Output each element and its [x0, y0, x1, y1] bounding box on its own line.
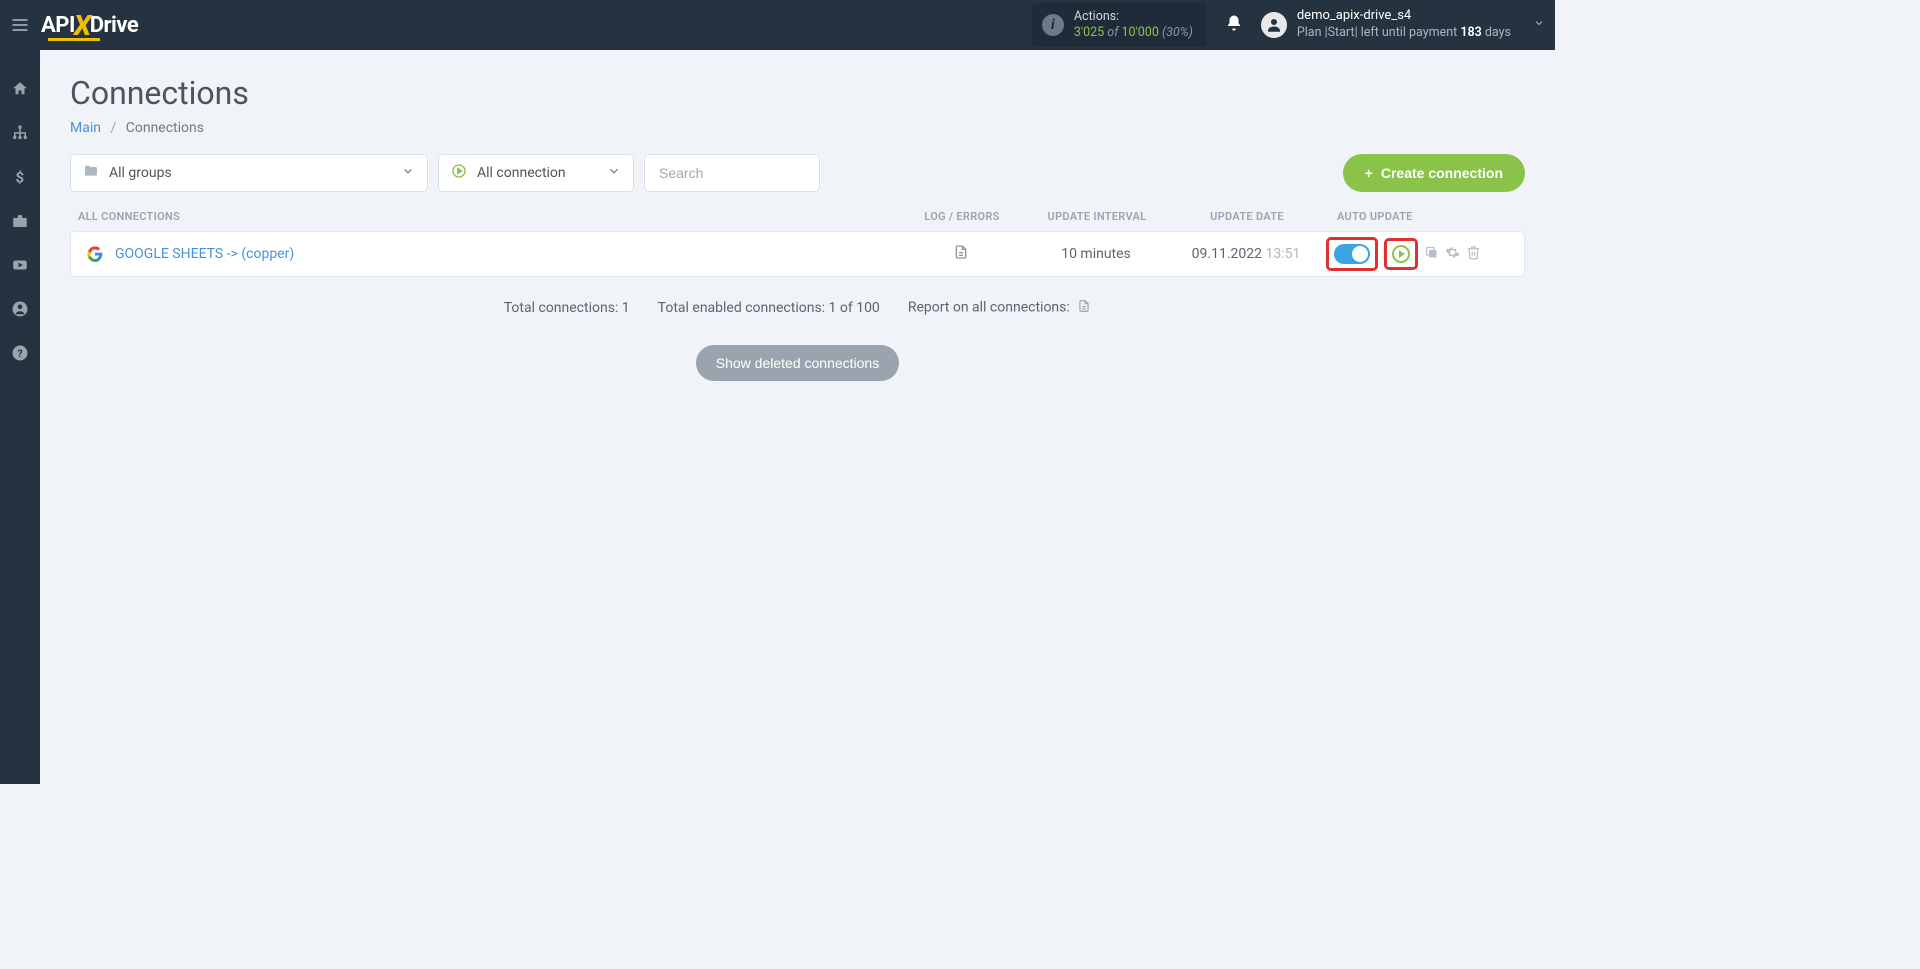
sidebar-billing-icon[interactable]: $ — [11, 168, 29, 190]
sidebar-home-icon[interactable] — [11, 80, 29, 102]
info-icon: i — [1042, 14, 1064, 36]
run-now-button[interactable] — [1392, 245, 1410, 263]
user-plan: Plan |Start| left until payment 183 days — [1297, 25, 1511, 41]
highlight-run — [1384, 238, 1418, 270]
notifications-button[interactable] — [1225, 14, 1243, 36]
user-name: demo_apix-drive_s4 — [1297, 8, 1511, 25]
menu-toggle-button[interactable] — [5, 10, 35, 40]
folder-icon — [83, 163, 99, 183]
breadcrumb-main-link[interactable]: Main — [70, 120, 101, 136]
logo[interactable]: APIXDrive — [41, 9, 138, 42]
create-connection-button[interactable]: + Create connection — [1343, 154, 1525, 192]
sidebar-video-icon[interactable] — [11, 256, 29, 278]
show-deleted-button[interactable]: Show deleted connections — [696, 345, 899, 381]
sidebar-briefcase-icon[interactable] — [11, 212, 29, 234]
update-interval: 10 minutes — [1026, 246, 1166, 262]
page-title: Connections — [70, 74, 1525, 112]
google-icon — [87, 246, 103, 262]
plus-icon: + — [1365, 165, 1373, 181]
svg-text:$: $ — [16, 168, 25, 186]
user-menu[interactable]: demo_apix-drive_s4 Plan |Start| left unt… — [1261, 8, 1545, 41]
connection-name-link[interactable]: GOOGLE SHEETS -> (copper) — [115, 246, 294, 262]
summary-line: Total connections: 1 Total enabled conne… — [70, 299, 1525, 317]
breadcrumb-current: Connections — [126, 120, 204, 136]
sidebar: $ ? — [0, 50, 40, 784]
highlight-toggle — [1326, 237, 1378, 271]
settings-button[interactable] — [1445, 245, 1460, 264]
report-button[interactable] — [1077, 301, 1091, 317]
enabled-connections: Total enabled connections: 1 of 100 — [658, 300, 880, 316]
search-input[interactable] — [644, 154, 820, 192]
total-connections: Total connections: 1 — [504, 300, 630, 316]
topbar: APIXDrive i Actions: 3'025 of 10'000 (30… — [0, 0, 1555, 50]
filter-row: All groups All connection + Create conne… — [70, 154, 1525, 192]
sidebar-help-icon[interactable]: ? — [11, 344, 29, 366]
chevron-down-icon — [401, 164, 415, 182]
main-content: Connections Main / Connections All group… — [40, 50, 1555, 784]
update-date: 09.11.2022 13:51 — [1166, 246, 1326, 262]
auto-update-toggle[interactable] — [1334, 244, 1370, 264]
connection-row: GOOGLE SHEETS -> (copper) 10 minutes 09.… — [70, 231, 1525, 277]
actions-counter[interactable]: i Actions: 3'025 of 10'000 (30%) — [1032, 3, 1207, 48]
sidebar-profile-icon[interactable] — [11, 300, 29, 322]
log-button[interactable] — [953, 248, 969, 264]
table-header: ALL CONNECTIONS LOG / ERRORS UPDATE INTE… — [70, 210, 1525, 231]
report-all: Report on all connections: — [908, 299, 1091, 317]
avatar-icon — [1261, 12, 1287, 38]
chevron-down-icon — [1533, 17, 1545, 33]
sidebar-connections-icon[interactable] — [11, 124, 29, 146]
delete-button[interactable] — [1466, 245, 1481, 264]
play-circle-icon — [451, 163, 467, 183]
actions-label: Actions: — [1074, 9, 1193, 25]
chevron-down-icon — [607, 164, 621, 182]
status-dropdown[interactable]: All connection — [438, 154, 634, 192]
svg-text:?: ? — [17, 347, 22, 360]
breadcrumb: Main / Connections — [70, 120, 1525, 136]
groups-dropdown[interactable]: All groups — [70, 154, 428, 192]
copy-button[interactable] — [1424, 245, 1439, 264]
